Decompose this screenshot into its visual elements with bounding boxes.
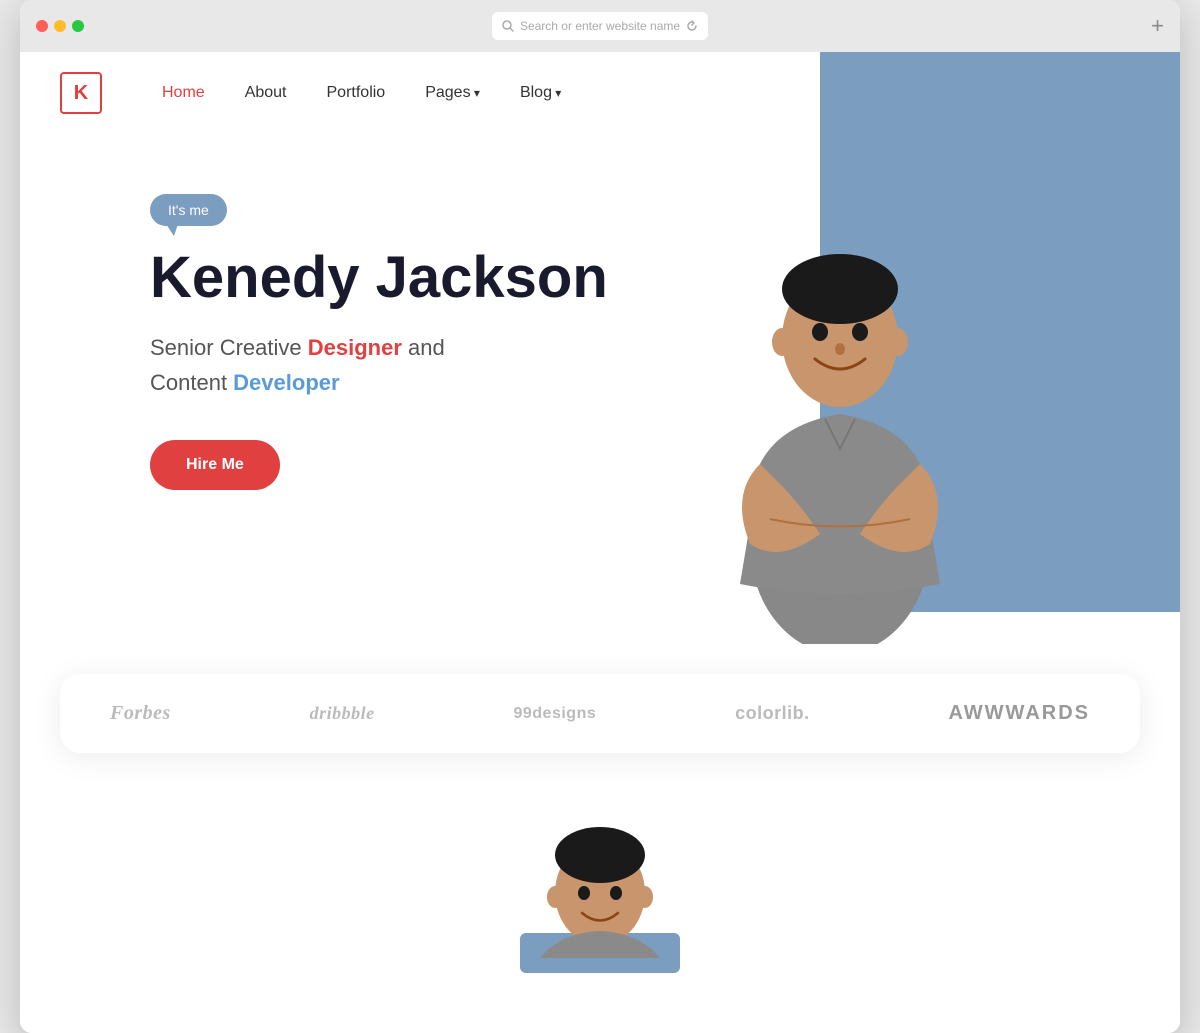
- new-tab-button[interactable]: +: [1151, 15, 1164, 37]
- brand-99designs: 99designs: [513, 705, 596, 723]
- person-svg: [680, 164, 1000, 644]
- search-icon: [502, 20, 514, 32]
- logo[interactable]: K: [60, 72, 102, 114]
- nav-item-pages[interactable]: Pages: [425, 84, 480, 102]
- brand-forbes: Forbes: [110, 702, 171, 725]
- close-button[interactable]: [36, 20, 48, 32]
- page-content: K Home About Portfolio Pages Blog: [20, 52, 1180, 1033]
- url-placeholder: Search or enter website name: [520, 19, 680, 33]
- brand-colorlib: colorlib.: [735, 703, 810, 724]
- nav-link-portfolio[interactable]: Portfolio: [327, 84, 386, 101]
- speech-bubble: It's me: [150, 194, 227, 226]
- nav-link-about[interactable]: About: [245, 84, 287, 101]
- subtitle-mid: and: [402, 335, 445, 360]
- maximize-button[interactable]: [72, 20, 84, 32]
- nav-link-home[interactable]: Home: [162, 84, 205, 101]
- bottom-avatar: [500, 813, 700, 973]
- refresh-icon: [686, 20, 698, 32]
- brands-bar: Forbes dribbble 99designs colorlib. AWWW…: [60, 674, 1140, 753]
- nav-item-portfolio[interactable]: Portfolio: [327, 84, 386, 102]
- url-bar[interactable]: Search or enter website name: [492, 12, 708, 40]
- hero-section: It's me Kenedy Jackson Senior Creative D…: [20, 134, 1180, 674]
- nav-item-blog[interactable]: Blog: [520, 84, 561, 102]
- nav-links: Home About Portfolio Pages Blog: [162, 84, 561, 102]
- browser-window: Search or enter website name + K Home Ab…: [20, 0, 1180, 1033]
- hire-me-button[interactable]: Hire Me: [150, 440, 280, 490]
- bottom-section: [20, 753, 1180, 1033]
- traffic-lights: [36, 20, 84, 32]
- subtitle-line2: Content: [150, 370, 233, 395]
- developer-word: Developer: [233, 370, 339, 395]
- nav-item-home[interactable]: Home: [162, 84, 205, 102]
- nav-link-blog[interactable]: Blog: [520, 84, 561, 101]
- minimize-button[interactable]: [54, 20, 66, 32]
- person-image: [680, 164, 1000, 649]
- nav-item-about[interactable]: About: [245, 84, 287, 102]
- brand-dribbble: dribbble: [310, 703, 375, 724]
- subtitle-start: Senior Creative: [150, 335, 308, 360]
- nav-link-pages[interactable]: Pages: [425, 84, 480, 101]
- navbar: K Home About Portfolio Pages Blog: [20, 52, 1180, 134]
- browser-chrome: Search or enter website name +: [20, 0, 1180, 52]
- brand-awwwards: AWWWARDS: [948, 702, 1090, 725]
- designer-word: Designer: [308, 335, 402, 360]
